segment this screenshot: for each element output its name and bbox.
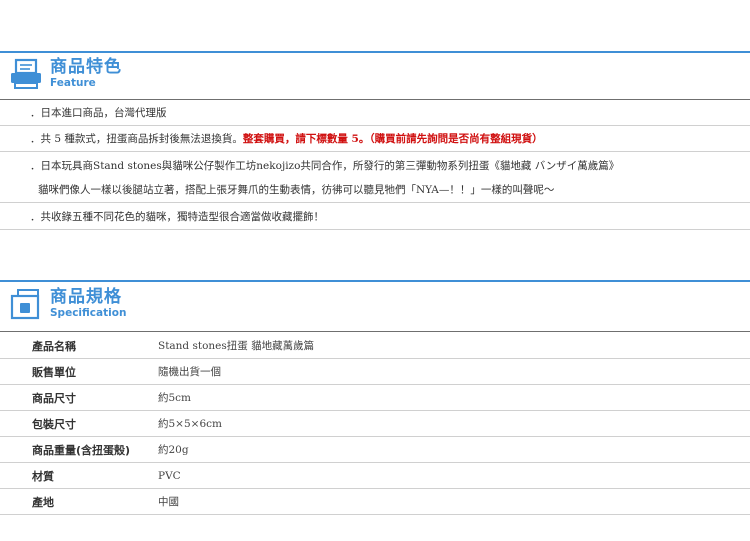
feature-header: 商品特色 Feature — [8, 54, 122, 94]
spec-row: 販售單位 隨機出貨一個 — [0, 359, 750, 385]
spec-key: 販售單位 — [32, 365, 76, 379]
spec-value: 約5×5×6cm — [158, 418, 222, 430]
feature-subtitle: Feature — [50, 77, 96, 90]
spec-header: 商品規格 Specification — [8, 284, 126, 324]
feature-item-text: 貓咪們像人一樣以後腿站立著，搭配上張牙舞爪的生動表情，彷彿可以聽見牠們「NYA—… — [38, 184, 555, 196]
spec-key: 產地 — [32, 495, 54, 509]
spec-value: 約5cm — [158, 392, 192, 404]
spec-row: 材質 PVC — [0, 463, 750, 489]
feature-item-text: ．日本進口商品，台灣代理版 — [30, 107, 167, 119]
feature-item-text: ．共收錄五種不同花色的貓咪，獨特造型很合適當做收藏擺飾！ — [30, 210, 324, 223]
feature-top-rule — [0, 51, 750, 53]
printer-icon — [11, 58, 41, 89]
spec-key: 商品尺寸 — [32, 391, 76, 405]
feature-item-text: ．日本玩具商Stand stones與貓咪公仔製作工坊nekojizo共同合作，… — [30, 159, 620, 172]
spec-key: 包裝尺寸 — [32, 417, 76, 431]
feature-item-continued: 貓咪們像人一樣以後腿站立著，搭配上張牙舞爪的生動表情，彷彿可以聽見牠們「NYA—… — [0, 177, 750, 203]
spec-title: 商品規格 — [50, 286, 122, 307]
feature-item: ．共 5 種款式，扭蛋商品拆封後無法退換貨。整套購買，請下標數量 5。（購買前請… — [0, 126, 750, 152]
spec-value: Stand stones扭蛋 貓地藏萬歲篇 — [158, 340, 315, 352]
feature-item-text: ．共 5 種款式，扭蛋商品拆封後無法退換貨。 — [30, 133, 243, 145]
feature-title: 商品特色 — [50, 56, 122, 77]
spec-key: 材質 — [32, 469, 54, 483]
spec-divider — [0, 331, 750, 332]
spec-row: 商品重量(含扭蛋殼) 約20g — [0, 437, 750, 463]
feature-item: ．日本玩具商Stand stones與貓咪公仔製作工坊nekojizo共同合作，… — [0, 152, 750, 178]
feature-item: ．共收錄五種不同花色的貓咪，獨特造型很合適當做收藏擺飾！ — [0, 203, 750, 230]
box-icon — [10, 289, 40, 320]
spec-value: 隨機出貨一個 — [158, 366, 221, 378]
spec-key: 產品名稱 — [32, 339, 76, 353]
spec-value: 約20g — [158, 444, 189, 456]
spec-value: PVC — [158, 469, 181, 482]
feature-item: ．日本進口商品，台灣代理版 — [0, 100, 750, 126]
spec-row: 包裝尺寸 約5×5×6cm — [0, 411, 750, 437]
spec-row: 產地 中國 — [0, 489, 750, 515]
spec-row: 產品名稱 Stand stones扭蛋 貓地藏萬歲篇 — [0, 333, 750, 359]
spec-value: 中國 — [158, 496, 179, 508]
spec-top-rule — [0, 280, 750, 282]
spec-key: 商品重量(含扭蛋殼) — [32, 443, 131, 457]
spec-row: 商品尺寸 約5cm — [0, 385, 750, 411]
feature-item-highlight: 整套購買，請下標數量 5。（購買前請先詢問是否尚有整組現貨） — [242, 133, 543, 145]
spec-subtitle: Specification — [50, 307, 127, 320]
